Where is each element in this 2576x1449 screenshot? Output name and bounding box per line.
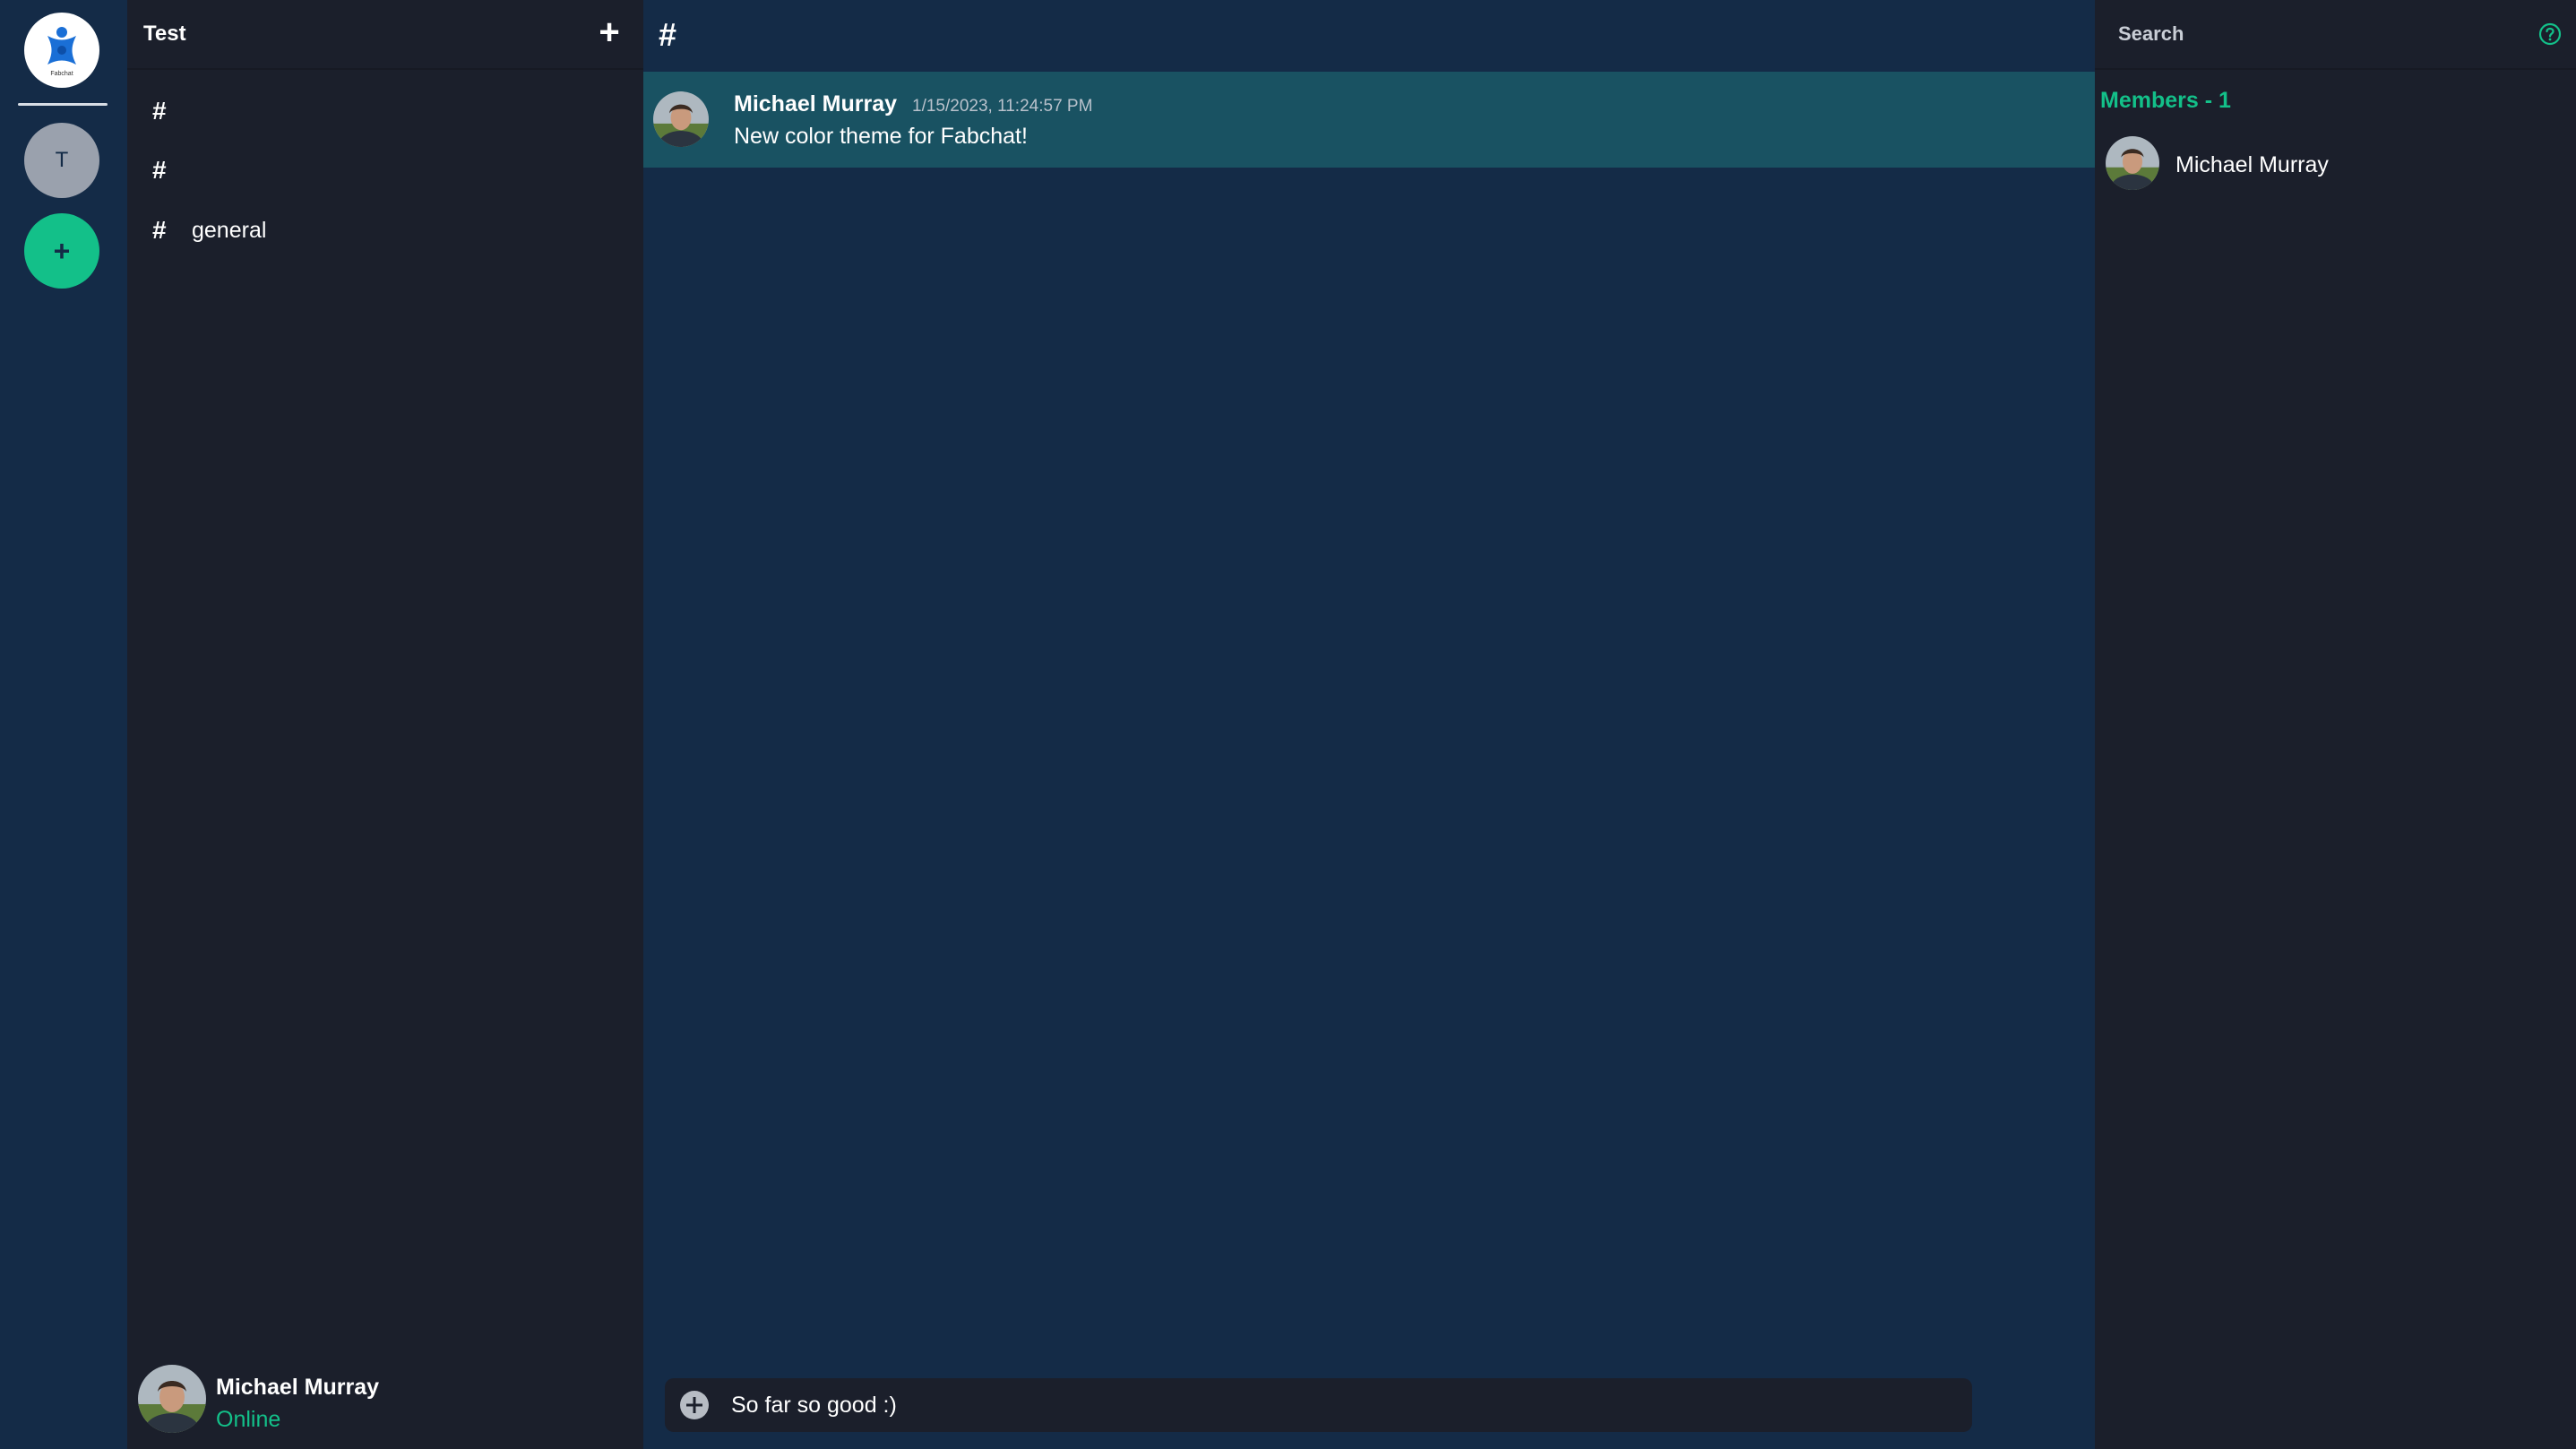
chat-area: # Michael Murray 1/15/2023, 11:24:57 PM … [643,0,2095,1449]
user-name: Michael Murray [216,1375,380,1400]
fabchat-logo-button[interactable]: Fabchat [24,13,99,88]
message-text: New color theme for Fabchat! [734,124,1028,149]
help-icon[interactable] [2537,22,2563,47]
add-channel-plus-icon[interactable]: + [593,14,625,50]
channel-hash-icon: # [659,16,677,53]
member-name: Michael Murray [2175,152,2329,177]
server-header: Test + [127,0,643,70]
message-item[interactable]: Michael Murray 1/15/2023, 11:24:57 PM Ne… [643,72,2095,168]
message-input[interactable] [719,1384,1955,1427]
chat-header: # [643,0,2095,70]
logo-caption: Fabchat [50,71,73,77]
member-avatar [2106,136,2159,190]
plus-icon: + [53,234,71,267]
search-input[interactable] [2107,14,2520,54]
member-item[interactable]: Michael Murray [2095,134,2576,195]
user-status: Online [216,1407,281,1432]
user-avatar[interactable] [138,1365,206,1433]
server-rail: Fabchat T + [0,0,127,1449]
members-title: Members - 1 [2100,88,2231,113]
channel-item-general[interactable]: # general [127,203,643,257]
search-bar [2095,0,2576,70]
message-avatar[interactable] [653,91,709,147]
fabchat-logo-icon: Fabchat [47,27,76,77]
server-name: Test [143,22,186,46]
add-server-button[interactable]: + [24,213,99,289]
channel-sidebar: Test + # # # general Michael Murray Onli… [127,0,643,1449]
message-composer [665,1378,1972,1432]
message-author[interactable]: Michael Murray [734,91,897,117]
rail-divider [18,103,108,106]
add-attachment-icon[interactable] [679,1390,710,1420]
members-panel: Members - 1 Michael Murray [2095,0,2576,1449]
channel-name: general [192,217,267,243]
hash-icon: # [152,97,167,125]
server-button-test[interactable]: T [24,123,99,198]
hash-icon: # [152,216,167,244]
user-panel: Michael Murray Online [127,1357,643,1449]
channel-item[interactable]: # [127,143,643,197]
hash-icon: # [152,156,167,184]
message-timestamp: 1/15/2023, 11:24:57 PM [912,97,1093,116]
channel-item[interactable]: # [127,84,643,138]
server-initial: T [55,148,69,172]
